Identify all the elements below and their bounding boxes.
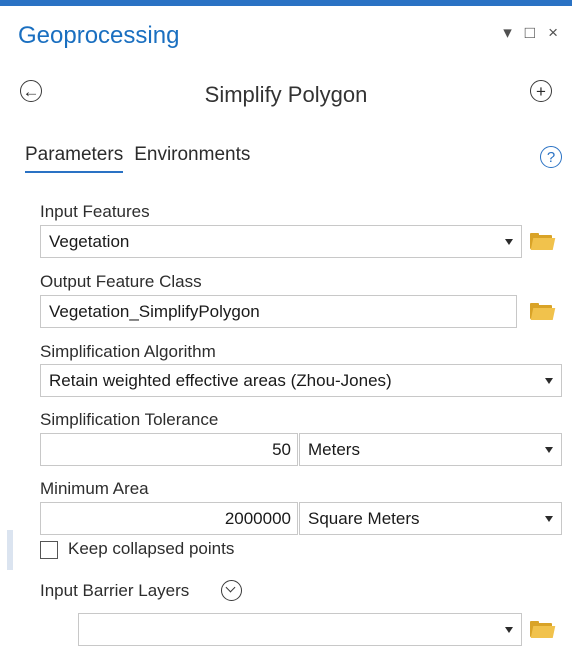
folder-browse-icon[interactable]: [530, 233, 556, 250]
input-features-dropdown[interactable]: Vegetation: [40, 225, 522, 258]
simplification-algorithm-value: Retain weighted effective areas (Zhou-Jo…: [49, 370, 392, 390]
tool-title: Simplify Polygon: [204, 82, 368, 107]
minimum-area-value: 2000000: [224, 508, 291, 528]
row-highlight-marker: [7, 530, 13, 570]
simplification-tolerance-value: 50: [272, 439, 291, 459]
add-icon[interactable]: +: [530, 80, 552, 102]
chevron-down-icon: [545, 515, 553, 522]
simplification-tolerance-label: Simplification Tolerance: [40, 410, 219, 429]
area-unit-dropdown[interactable]: Square Meters: [299, 502, 562, 535]
tool-tabs: Parameters Environments: [25, 144, 250, 173]
area-unit-value: Square Meters: [308, 508, 420, 528]
simplification-tolerance-input[interactable]: 50: [40, 433, 298, 466]
input-features-label: Input Features: [40, 202, 150, 221]
chevron-down-icon: [545, 446, 553, 453]
tolerance-unit-value: Meters: [308, 439, 360, 459]
simplification-algorithm-dropdown[interactable]: Retain weighted effective areas (Zhou-Jo…: [40, 364, 562, 397]
input-barrier-layers-dropdown[interactable]: [78, 613, 522, 646]
window-controls: ▾ □ ×: [503, 24, 558, 41]
simplification-algorithm-label: Simplification Algorithm: [40, 342, 216, 361]
input-features-value: Vegetation: [49, 231, 130, 251]
tolerance-unit-dropdown[interactable]: Meters: [299, 433, 562, 466]
help-icon[interactable]: ?: [540, 146, 562, 168]
close-icon[interactable]: ×: [548, 24, 558, 41]
output-feature-class-value: Vegetation_SimplifyPolygon: [49, 301, 260, 321]
chevron-down-icon: [505, 626, 513, 633]
folder-browse-icon[interactable]: [530, 621, 556, 638]
maximize-icon[interactable]: □: [525, 24, 535, 41]
output-feature-class-input[interactable]: Vegetation_SimplifyPolygon: [40, 295, 517, 328]
minimum-area-input[interactable]: 2000000: [40, 502, 298, 535]
input-barrier-layers-label: Input Barrier Layers: [40, 581, 190, 600]
output-feature-class-label: Output Feature Class: [40, 272, 202, 291]
keep-collapsed-points-checkbox[interactable]: [40, 541, 58, 559]
pane-title: Geoprocessing: [18, 22, 180, 49]
minimum-area-label: Minimum Area: [40, 479, 149, 498]
tab-parameters[interactable]: Parameters: [25, 144, 124, 173]
expand-chevron-icon[interactable]: [221, 580, 242, 601]
keep-collapsed-points-label[interactable]: Keep collapsed points: [68, 539, 234, 559]
pin-menu-icon[interactable]: ▾: [503, 24, 512, 41]
chevron-down-icon: [545, 377, 553, 384]
chevron-down-icon: [505, 238, 513, 245]
folder-browse-icon[interactable]: [530, 303, 556, 320]
tab-environments[interactable]: Environments: [134, 144, 250, 173]
pane-top-border: [0, 0, 572, 6]
